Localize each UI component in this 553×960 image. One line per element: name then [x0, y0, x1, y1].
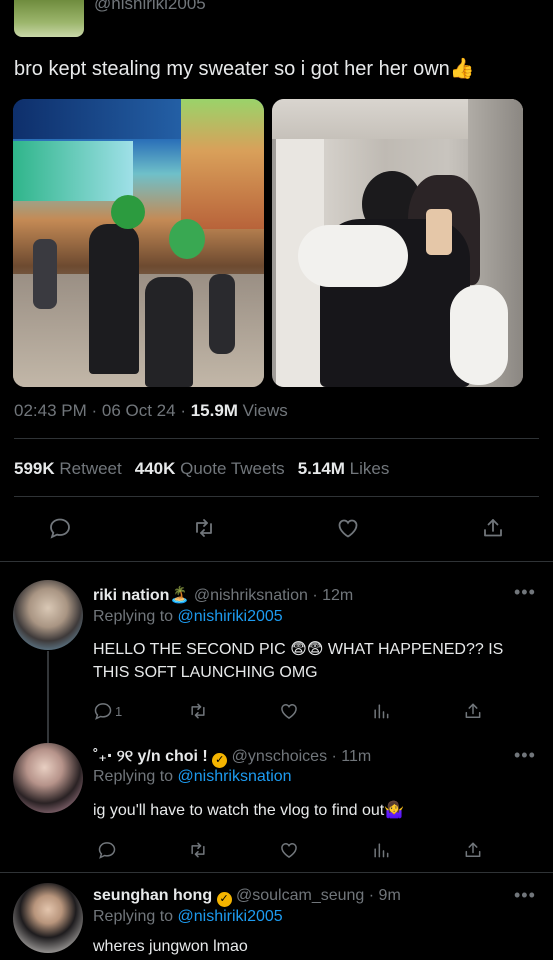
reply-button[interactable]	[46, 514, 74, 542]
divider	[0, 872, 553, 873]
reply-icon	[50, 518, 70, 539]
reply-author-handle[interactable]: @soulcam_seung	[236, 887, 364, 904]
replying-prefix: Replying to	[93, 608, 178, 625]
avatar[interactable]	[13, 580, 83, 650]
quotes-count: 440K	[134, 459, 176, 478]
more-options-button[interactable]: •••	[514, 745, 536, 766]
avatar[interactable]	[13, 883, 83, 953]
heart-icon	[281, 703, 297, 719]
reply-author-name[interactable]: seunghan hong	[93, 887, 212, 904]
reply-header: ˚₊‧ ୨୧ y/n choi ! ✓ @ynschoices · 11m	[93, 746, 371, 768]
retweet-button[interactable]	[190, 514, 218, 542]
more-icon: •••	[514, 885, 536, 905]
heart-icon	[338, 519, 358, 538]
share-icon	[484, 519, 502, 537]
heart-icon	[281, 842, 297, 858]
verified-badge-icon: ✓	[216, 892, 232, 907]
like-button[interactable]	[334, 514, 362, 542]
like-button[interactable]	[275, 836, 303, 864]
thread-line	[47, 651, 49, 743]
retweet-icon	[191, 842, 205, 858]
tweet-stats: 599K Retweet 440K Quote Tweets 5.14M Likes	[14, 459, 389, 479]
replying-prefix: Replying to	[93, 768, 178, 785]
reply-author-name[interactable]: ˚₊‧ ୨୧ y/n choi !	[93, 748, 208, 765]
view-analytics-button[interactable]	[367, 836, 395, 864]
more-icon: •••	[514, 745, 536, 765]
like-button[interactable]	[275, 697, 303, 725]
likes-count: 5.14M	[297, 459, 345, 478]
views-label: Views	[237, 401, 288, 420]
replying-to: Replying to @nishriksnation	[93, 768, 292, 786]
meta-separator: ·	[86, 401, 102, 420]
reply-author-name[interactable]: riki nation🏝️	[93, 587, 189, 604]
reply-icon	[94, 703, 112, 720]
share-icon	[465, 842, 481, 857]
reply-button[interactable]	[93, 836, 121, 864]
retweet-button[interactable]	[184, 697, 212, 725]
retweet-icon	[196, 519, 212, 537]
reply-button[interactable]: 1	[93, 697, 122, 725]
tweet-time: 02:43 PM	[14, 401, 87, 420]
retweets-count: 599K	[14, 459, 55, 478]
quotes-stat[interactable]: 440K Quote Tweets	[135, 459, 285, 478]
reply-count: 1	[115, 703, 123, 719]
reply-author-handle[interactable]: @nishriksnation	[194, 587, 308, 604]
more-icon: •••	[514, 582, 536, 602]
share-button[interactable]	[459, 697, 487, 725]
quotes-label: Quote Tweets	[175, 459, 285, 478]
replying-to: Replying to @nishiriki2005	[93, 908, 283, 926]
avatar[interactable]	[13, 743, 83, 813]
reply-time: · 9m	[368, 887, 401, 904]
more-options-button[interactable]: •••	[514, 885, 536, 906]
replying-to-mention[interactable]: @nishriksnation	[178, 768, 292, 785]
tweet-date: 06 Oct 24	[101, 401, 176, 420]
replying-to-mention[interactable]: @nishiriki2005	[178, 908, 283, 925]
tweet-timestamp[interactable]: 02:43 PM · 06 Oct 24 · 15.9M Views	[14, 401, 288, 421]
reply-header: seunghan hong ✓ @soulcam_seung · 9m	[93, 887, 401, 907]
replying-to-mention[interactable]: @nishiriki2005	[178, 608, 283, 625]
reply-time: · 11m	[331, 748, 372, 765]
author-handle[interactable]: @nishiriki2005	[94, 0, 206, 14]
reply-text: wheres jungwon lmao	[93, 938, 248, 955]
divider	[14, 496, 539, 497]
share-button[interactable]	[479, 514, 507, 542]
verified-badge-icon: ✓	[212, 753, 228, 768]
retweet-icon	[191, 703, 205, 719]
reply-author-handle[interactable]: @ynschoices	[232, 748, 327, 765]
divider	[0, 561, 553, 562]
retweets-label: Retweet	[54, 459, 122, 478]
reply-text: ig you'll have to watch the vlog to find…	[93, 802, 405, 819]
retweets-stat[interactable]: 599K Retweet	[14, 459, 122, 478]
view-analytics-button[interactable]	[367, 697, 395, 725]
reply-header: riki nation🏝️ @nishriksnation · 12m	[93, 585, 353, 605]
replying-prefix: Replying to	[93, 908, 178, 925]
views-count: 15.9M	[190, 401, 238, 420]
likes-label: Likes	[344, 459, 390, 478]
divider	[14, 438, 539, 439]
tweet-photo-1[interactable]	[13, 99, 264, 387]
likes-stat[interactable]: 5.14M Likes	[298, 459, 390, 478]
replying-to: Replying to @nishiriki2005	[93, 608, 283, 626]
tweet-photo-2[interactable]	[272, 99, 523, 387]
previous-tweet-avatar[interactable]	[14, 0, 84, 37]
meta-separator: ·	[175, 401, 191, 420]
tweet-text: bro kept stealing my sweater so i got he…	[14, 58, 475, 80]
retweet-button[interactable]	[184, 836, 212, 864]
analytics-icon	[374, 704, 389, 719]
share-button[interactable]	[459, 836, 487, 864]
more-options-button[interactable]: •••	[514, 582, 536, 603]
reply-time: · 12m	[312, 587, 354, 604]
reply-icon	[98, 842, 116, 859]
reply-text: HELLO THE SECOND PIC 😨😨 WHAT HAPPENED?? …	[93, 641, 504, 681]
share-icon	[465, 703, 481, 718]
analytics-icon	[374, 843, 389, 858]
